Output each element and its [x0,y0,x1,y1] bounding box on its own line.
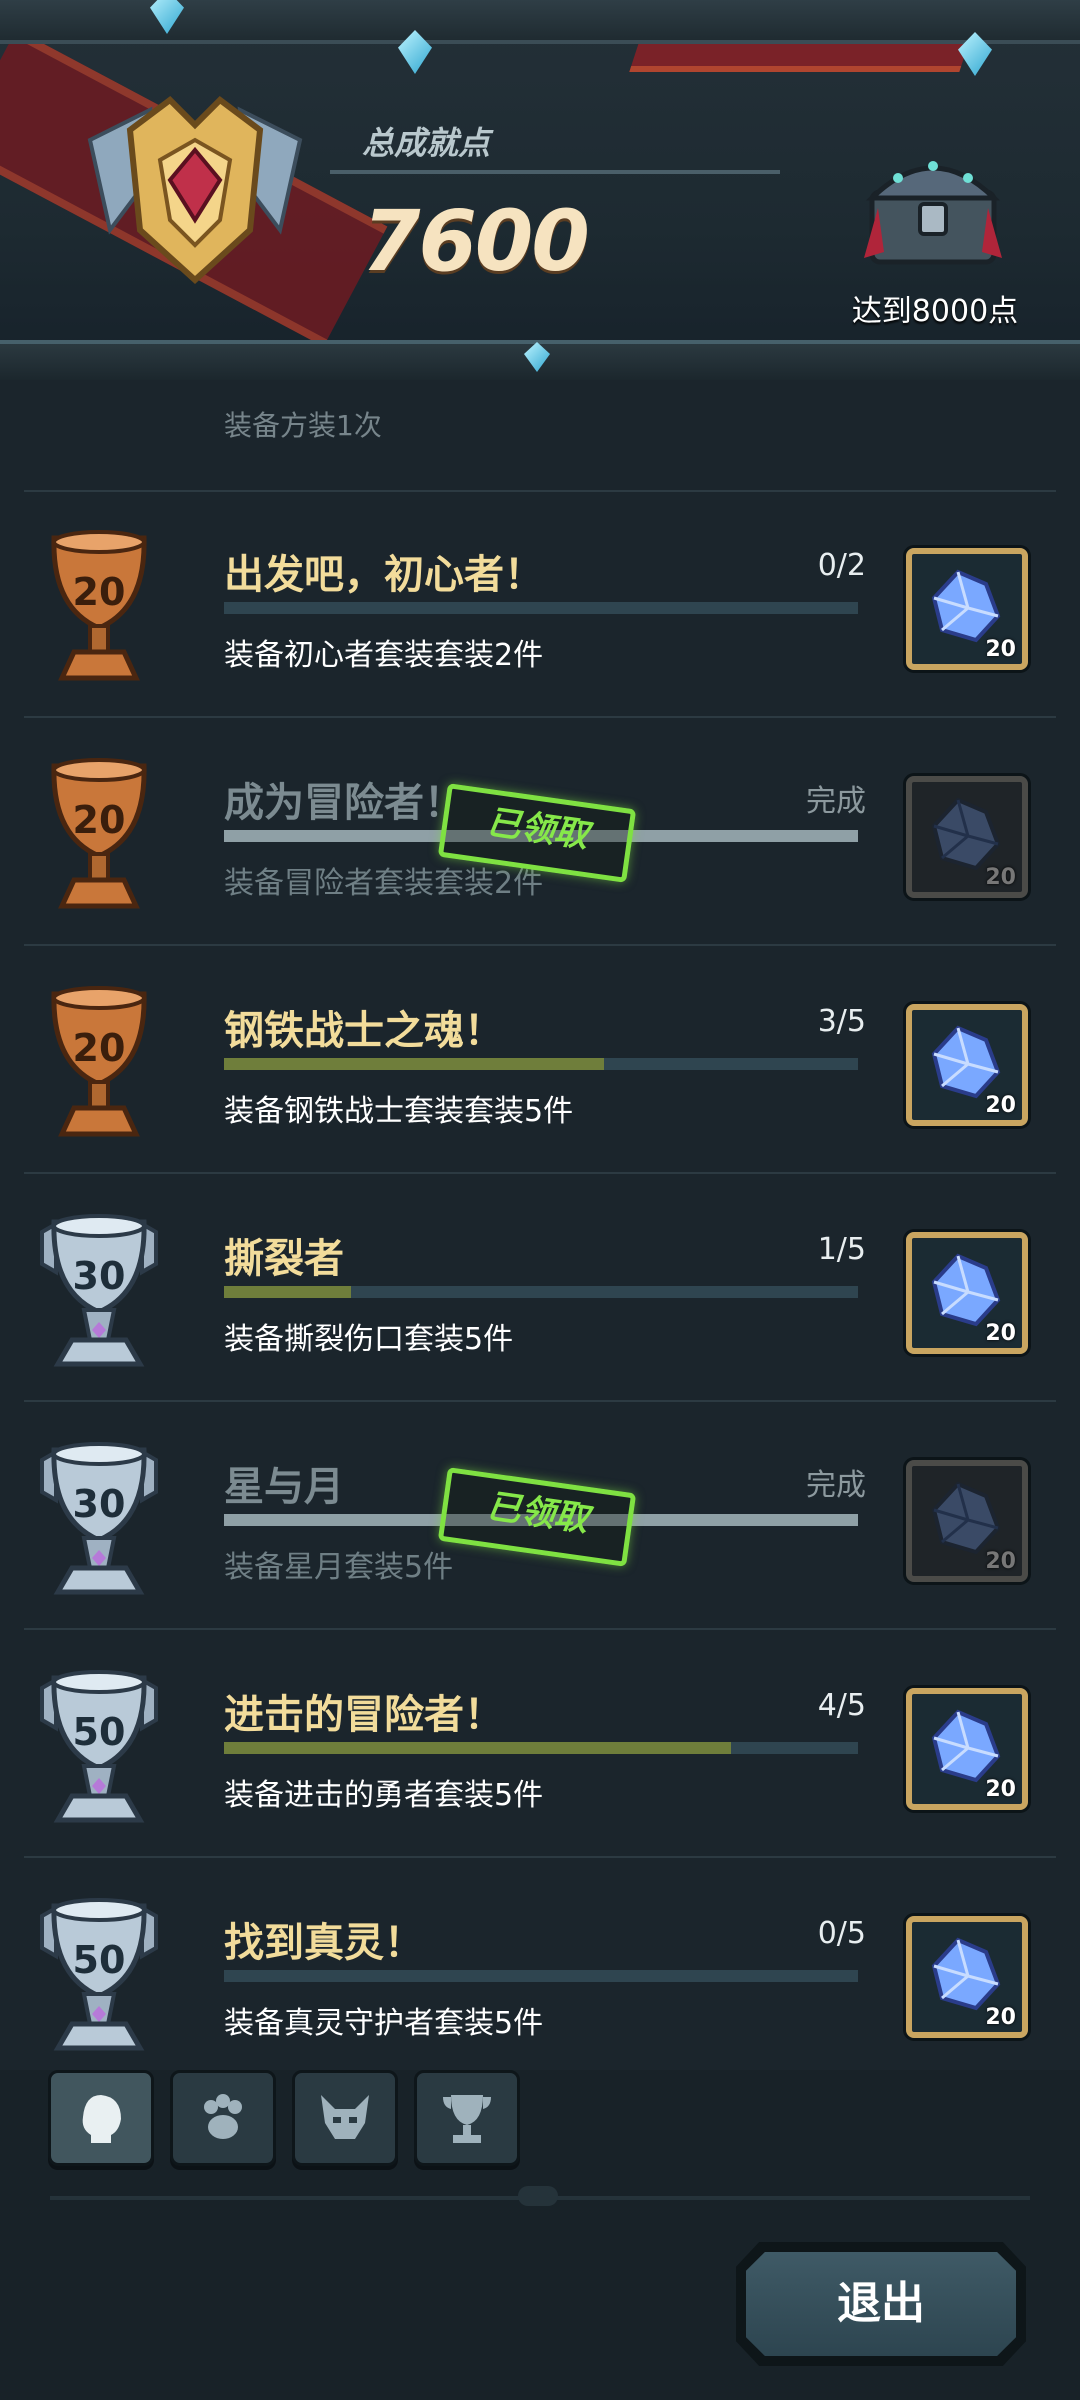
achievement-title: 成为冒险者！ [224,780,464,826]
reward-count: 20 [985,2005,1016,2030]
list-item[interactable]: 50 进击的冒险者！ 4/5 装备进击的勇者套装5件 20 [24,1630,1056,1858]
achievement-title: 撕裂者 [224,1236,344,1282]
reward-slot[interactable]: 20 [906,1688,1028,1810]
crystal-icon [931,1025,1001,1099]
total-achievement-value: 7600 [362,192,590,290]
reward-slot[interactable]: 20 [906,1004,1028,1126]
bronze-trophy-icon: 20 [34,528,184,688]
reward-count: 20 [985,637,1016,662]
treasure-chest-icon[interactable] [858,148,1008,268]
total-achievement-label: 总成就点 [362,124,491,162]
demon-mask-icon [321,2095,369,2139]
exit-button-label: 退出 [837,2278,925,2329]
silver-trophy-icon: 50 [34,1896,184,2056]
claimed-stamp: 已领取 [437,1467,637,1567]
reward-count: 20 [985,1321,1016,1346]
tab-paw[interactable] [170,2070,276,2166]
bronze-trophy-icon: 20 [34,984,184,1144]
achievement-crest-icon [87,96,303,285]
progress-fill [224,1058,605,1070]
achievement-title: 找到真灵！ [224,1920,424,1966]
chest-goal-label: 达到8000点 [851,294,1019,329]
crystal-icon [931,1481,1001,1555]
progress-bar [224,1286,858,1298]
achievement-progress-text: 完成 [806,1468,866,1503]
achievement-header: 总成就点 7600 达到8000点 [0,0,1080,380]
trophy-points: 50 [72,1938,126,1982]
achievement-progress-text: 3/5 [817,1004,866,1039]
list-item[interactable]: 20 钢铁战士之魂！ 3/5 装备钢铁战士套装套装5件 20 [24,946,1056,1174]
list-item[interactable]: 30 撕裂者 1/5 装备撕裂伤口套装5件 20 [24,1174,1056,1402]
achievement-title: 钢铁战士之魂！ [224,1008,504,1054]
reward-slot[interactable]: 20 [906,1916,1028,2038]
achievement-description: 装备撕裂伤口套装5件 [224,1322,514,1357]
hero-head-icon [82,2095,121,2143]
trophy-points: 20 [72,1026,126,1070]
tab-hero-head[interactable] [48,2070,154,2166]
crystal-icon [931,797,1001,871]
achievement-title: 出发吧，初心者！ [224,552,544,598]
total-underline [330,170,780,174]
exit-button[interactable]: 退出 [736,2242,1026,2366]
claimed-stamp-label: 已领取 [484,802,591,856]
achievement-progress-text: 0/2 [817,548,866,583]
silver-trophy-icon: 30 [34,1440,184,1600]
achievement-description: 装备进击的勇者套装5件 [224,1778,544,1813]
progress-fill [224,1286,351,1298]
achievement-progress-text: 4/5 [817,1688,866,1723]
achievement-title: 进击的冒险者！ [224,1692,504,1738]
tab-trophy[interactable] [414,2070,520,2166]
trophy-points: 20 [72,570,126,614]
achievement-description: 装备钢铁战士套装套装5件 [224,1094,574,1129]
progress-fill [224,1742,732,1754]
tab-demon-mask[interactable] [292,2070,398,2166]
silver-trophy-icon: 50 [34,1668,184,1828]
reward-count: 20 [985,1777,1016,1802]
list-item-partial: 装备方装1次 [24,380,1056,492]
list-item[interactable]: 30 星与月 完成装备星月套装5件 20 已领取 [24,1402,1056,1630]
achievement-progress-text: 1/5 [817,1232,866,1267]
footer: 退出 [0,2070,1080,2400]
exit-button-face[interactable]: 退出 [746,2252,1016,2356]
list-item[interactable]: 20 成为冒险者！ 完成 装备冒险者套装套装2件 20 已领取 [24,718,1056,946]
crystal-icon [931,1253,1001,1327]
claimed-stamp-label: 已领取 [484,1486,591,1540]
silver-trophy-icon: 30 [34,1212,184,1372]
achievement-progress-text: 完成 [806,784,866,819]
trophy-points: 50 [72,1710,126,1754]
trophy-points: 30 [72,1482,126,1526]
reward-count: 20 [985,1549,1016,1574]
achievement-description: 装备真灵守护者套装5件 [224,2006,544,2041]
achievement-progress-text: 0/5 [817,1916,866,1951]
list-item[interactable]: 50 找到真灵！ 0/5 装备真灵守护者套装5件 20 [24,1858,1056,2070]
bronze-trophy-icon: 20 [34,756,184,916]
trophy-icon [443,2095,491,2143]
progress-bar [224,602,858,614]
trophy-points: 20 [72,798,126,842]
achievement-list[interactable]: 装备方装1次 20 出发吧，初心者！ 0/2 装备初心者套装套装2件 20 20 成为冒险者… [0,380,1080,2070]
reward-slot[interactable]: 20 [906,548,1028,670]
crystal-icon [931,1937,1001,2011]
reward-slot[interactable]: 20 [906,1460,1028,1582]
crystal-icon [931,1709,1001,1783]
progress-bar [224,1970,858,1982]
reward-slot[interactable]: 20 [906,776,1028,898]
achievement-description: 装备方装1次 [224,409,382,442]
list-item[interactable]: 20 出发吧，初心者！ 0/2 装备初心者套装套装2件 20 [24,490,1056,718]
divider-ornament [518,2186,558,2206]
trophy-points: 30 [72,1254,126,1298]
reward-count: 20 [985,865,1016,890]
progress-bar [224,1742,858,1754]
reward-count: 20 [985,1093,1016,1118]
paw-icon [204,2094,242,2139]
progress-bar [224,1058,858,1070]
reward-slot[interactable]: 20 [906,1232,1028,1354]
achievement-description: 装备初心者套装套装2件 [224,638,544,673]
achievement-title: 星与月 [224,1464,344,1510]
crystal-icon [931,569,1001,643]
achievement-description: 装备星月套装5件 [224,1550,454,1585]
